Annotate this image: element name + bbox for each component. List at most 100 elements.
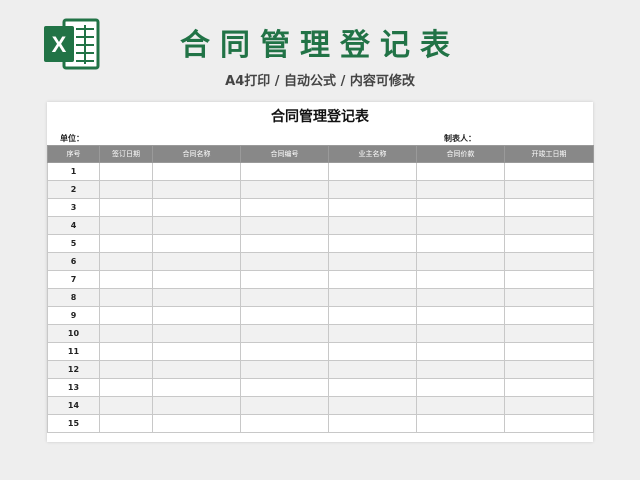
table-cell[interactable] bbox=[240, 234, 329, 253]
table-cell[interactable] bbox=[328, 252, 417, 271]
table-cell[interactable] bbox=[99, 306, 153, 325]
table-cell[interactable] bbox=[152, 198, 241, 217]
table-cell[interactable] bbox=[152, 414, 241, 433]
table-cell[interactable] bbox=[99, 378, 153, 397]
table-cell[interactable] bbox=[504, 342, 594, 361]
table-cell[interactable] bbox=[504, 396, 594, 415]
table-cell[interactable] bbox=[240, 288, 329, 307]
table-cell[interactable] bbox=[416, 288, 505, 307]
table-cell[interactable] bbox=[152, 288, 241, 307]
table-cell[interactable] bbox=[328, 342, 417, 361]
table-cell[interactable] bbox=[416, 270, 505, 289]
row-index-cell[interactable]: 4 bbox=[47, 216, 100, 235]
table-cell[interactable] bbox=[152, 270, 241, 289]
table-cell[interactable] bbox=[152, 180, 241, 199]
table-cell[interactable] bbox=[152, 306, 241, 325]
table-cell[interactable] bbox=[416, 252, 505, 271]
table-cell[interactable] bbox=[416, 216, 505, 235]
table-cell[interactable] bbox=[328, 288, 417, 307]
table-cell[interactable] bbox=[152, 360, 241, 379]
table-cell[interactable] bbox=[240, 342, 329, 361]
table-cell[interactable] bbox=[99, 342, 153, 361]
table-cell[interactable] bbox=[240, 414, 329, 433]
row-index-cell[interactable]: 9 bbox=[47, 306, 100, 325]
table-cell[interactable] bbox=[504, 180, 594, 199]
table-cell[interactable] bbox=[504, 234, 594, 253]
table-cell[interactable] bbox=[328, 180, 417, 199]
table-cell[interactable] bbox=[504, 216, 594, 235]
table-cell[interactable] bbox=[152, 342, 241, 361]
table-cell[interactable] bbox=[328, 360, 417, 379]
table-cell[interactable] bbox=[152, 216, 241, 235]
table-cell[interactable] bbox=[416, 162, 505, 181]
table-cell[interactable] bbox=[152, 234, 241, 253]
table-cell[interactable] bbox=[99, 270, 153, 289]
table-cell[interactable] bbox=[152, 252, 241, 271]
table-cell[interactable] bbox=[416, 234, 505, 253]
table-cell[interactable] bbox=[240, 360, 329, 379]
table-cell[interactable] bbox=[328, 270, 417, 289]
table-cell[interactable] bbox=[328, 306, 417, 325]
table-cell[interactable] bbox=[99, 288, 153, 307]
table-cell[interactable] bbox=[328, 198, 417, 217]
row-index-cell[interactable]: 8 bbox=[47, 288, 100, 307]
table-cell[interactable] bbox=[416, 342, 505, 361]
table-cell[interactable] bbox=[504, 414, 594, 433]
table-cell[interactable] bbox=[99, 180, 153, 199]
row-index-cell[interactable]: 10 bbox=[47, 324, 100, 343]
table-cell[interactable] bbox=[240, 378, 329, 397]
table-cell[interactable] bbox=[152, 378, 241, 397]
table-cell[interactable] bbox=[416, 360, 505, 379]
table-cell[interactable] bbox=[240, 252, 329, 271]
row-index-cell[interactable]: 14 bbox=[47, 396, 100, 415]
table-cell[interactable] bbox=[240, 198, 329, 217]
table-cell[interactable] bbox=[240, 324, 329, 343]
table-cell[interactable] bbox=[504, 360, 594, 379]
table-cell[interactable] bbox=[152, 396, 241, 415]
row-index-cell[interactable]: 11 bbox=[47, 342, 100, 361]
table-cell[interactable] bbox=[328, 414, 417, 433]
table-cell[interactable] bbox=[504, 288, 594, 307]
row-index-cell[interactable]: 13 bbox=[47, 378, 100, 397]
table-cell[interactable] bbox=[240, 180, 329, 199]
table-cell[interactable] bbox=[152, 324, 241, 343]
table-cell[interactable] bbox=[99, 324, 153, 343]
table-cell[interactable] bbox=[240, 306, 329, 325]
table-cell[interactable] bbox=[99, 198, 153, 217]
row-index-cell[interactable]: 2 bbox=[47, 180, 100, 199]
row-index-cell[interactable]: 7 bbox=[47, 270, 100, 289]
row-index-cell[interactable]: 3 bbox=[47, 198, 100, 217]
table-cell[interactable] bbox=[416, 414, 505, 433]
table-cell[interactable] bbox=[504, 378, 594, 397]
table-cell[interactable] bbox=[504, 324, 594, 343]
table-cell[interactable] bbox=[152, 162, 241, 181]
table-cell[interactable] bbox=[416, 378, 505, 397]
table-cell[interactable] bbox=[504, 198, 594, 217]
table-cell[interactable] bbox=[99, 234, 153, 253]
table-cell[interactable] bbox=[504, 162, 594, 181]
table-cell[interactable] bbox=[240, 270, 329, 289]
row-index-cell[interactable]: 12 bbox=[47, 360, 100, 379]
table-cell[interactable] bbox=[328, 396, 417, 415]
table-cell[interactable] bbox=[416, 306, 505, 325]
row-index-cell[interactable]: 15 bbox=[47, 414, 100, 433]
table-cell[interactable] bbox=[416, 198, 505, 217]
table-cell[interactable] bbox=[328, 162, 417, 181]
table-cell[interactable] bbox=[416, 324, 505, 343]
table-cell[interactable] bbox=[328, 378, 417, 397]
table-cell[interactable] bbox=[504, 270, 594, 289]
table-cell[interactable] bbox=[99, 414, 153, 433]
table-cell[interactable] bbox=[504, 306, 594, 325]
table-cell[interactable] bbox=[99, 396, 153, 415]
table-cell[interactable] bbox=[328, 324, 417, 343]
table-cell[interactable] bbox=[99, 360, 153, 379]
table-cell[interactable] bbox=[416, 396, 505, 415]
table-cell[interactable] bbox=[416, 180, 505, 199]
row-index-cell[interactable]: 5 bbox=[47, 234, 100, 253]
table-cell[interactable] bbox=[504, 252, 594, 271]
table-cell[interactable] bbox=[240, 216, 329, 235]
table-cell[interactable] bbox=[99, 162, 153, 181]
table-cell[interactable] bbox=[240, 162, 329, 181]
table-cell[interactable] bbox=[99, 216, 153, 235]
table-cell[interactable] bbox=[240, 396, 329, 415]
